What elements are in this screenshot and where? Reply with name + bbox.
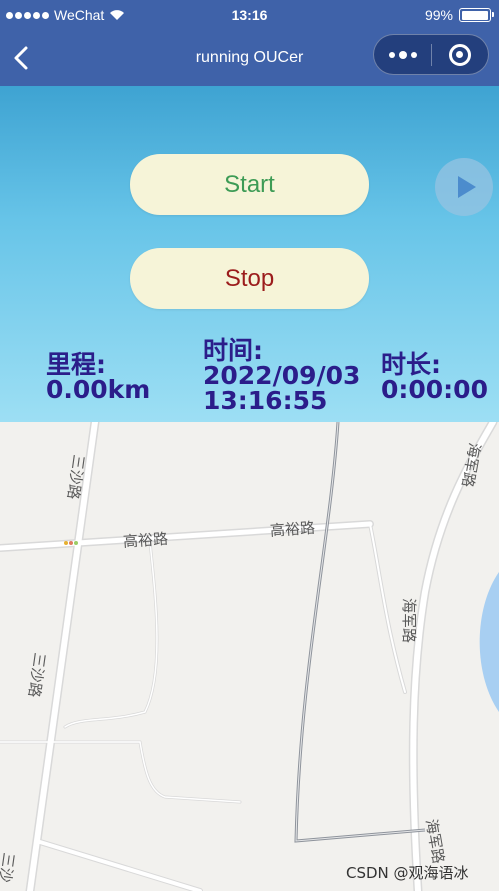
distance-stat: 里程: 0.00km xyxy=(46,352,150,402)
control-panel: Start Stop 里程: 0.00km 时间: 2022/09/03 13:… xyxy=(0,86,499,422)
play-icon xyxy=(457,176,476,198)
road-label-gaoyu-2: 高裕路 xyxy=(269,519,315,540)
map-view[interactable]: 高裕路 高裕路 三沙路 三沙路 海军路 海军路 海军路 三沙 xyxy=(0,422,499,891)
distance-label: 里程: xyxy=(46,350,106,379)
road-label-haijun-2: 海军路 xyxy=(400,598,418,643)
duration-value: 0:00:00 xyxy=(381,375,488,404)
battery-level xyxy=(461,10,489,20)
road-label-sansha-3: 三沙 xyxy=(0,851,18,883)
traffic-light-icon xyxy=(64,541,78,545)
time-clock: 13:16:55 xyxy=(203,386,328,415)
watermark: CSDN @观海语冰 xyxy=(346,864,469,882)
time-date: 2022/09/03 xyxy=(203,361,361,390)
battery-group: 99% xyxy=(424,7,494,23)
duration-stat: 时长: 0:00:00 xyxy=(381,352,488,402)
stop-button[interactable]: Stop xyxy=(130,248,369,309)
start-button[interactable]: Start xyxy=(130,154,369,215)
duration-label: 时长: xyxy=(381,350,441,379)
more-options-button[interactable] xyxy=(374,35,431,74)
time-label: 时间: xyxy=(203,336,263,365)
close-mini-program-button[interactable] xyxy=(432,35,488,74)
target-close-icon xyxy=(448,43,471,66)
nav-bar: running OUCer xyxy=(0,30,499,86)
distance-value: 0.00km xyxy=(46,375,151,404)
time-stat: 时间: 2022/09/03 13:16:55 xyxy=(203,338,360,413)
battery-percent: 99% xyxy=(424,7,453,23)
map-canvas[interactable]: 高裕路 高裕路 三沙路 三沙路 海军路 海军路 海军路 三沙 xyxy=(0,422,499,891)
status-bar: WeChat 13:16 99% xyxy=(0,0,499,30)
battery-icon xyxy=(459,8,494,22)
play-button[interactable] xyxy=(435,158,493,216)
mini-program-capsule xyxy=(373,34,489,75)
road-label-gaoyu-1: 高裕路 xyxy=(122,530,168,551)
